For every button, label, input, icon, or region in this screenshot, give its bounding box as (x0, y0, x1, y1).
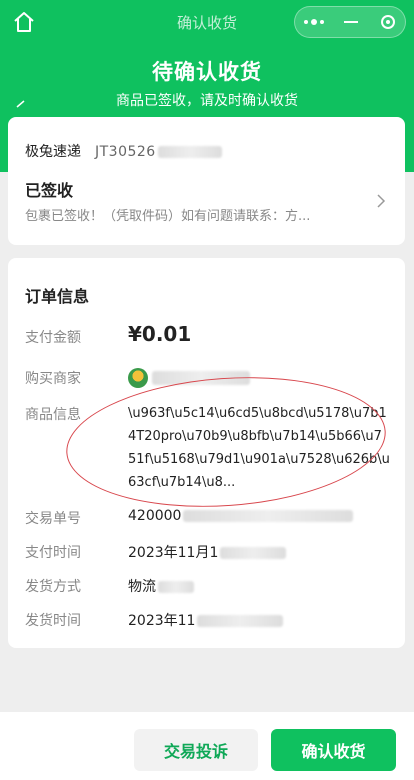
amount-label: 支付金额 (25, 330, 81, 346)
redacted-ship-method (158, 581, 194, 593)
mini-program-navbar: 确认收货 (0, 0, 414, 44)
action-bar: 交易投诉 确认收货 (0, 712, 414, 780)
pay-time-label: 支付时间 (25, 545, 81, 561)
confirm-receipt-button[interactable]: 确认收货 (271, 729, 396, 771)
logistics-card[interactable]: 极兔速递 JT30526 已签收 包裹已签收！（凭取件码）如有问题请联系：方... (8, 117, 405, 245)
minimize-button[interactable] (332, 7, 369, 37)
ship-time-value: 2023年11 (128, 610, 284, 630)
logistics-status: 已签收 (25, 181, 74, 200)
ship-method-label: 发货方式 (25, 579, 81, 595)
redacted-merchant-name (152, 371, 250, 385)
pay-time-value: 2023年11月1 (128, 542, 287, 562)
goods-label: 商品信息 (25, 407, 81, 423)
redacted-ship-time (197, 615, 284, 627)
trade-number-value: 420000 (128, 508, 354, 524)
ship-time-label: 发货时间 (25, 613, 81, 629)
tracking-number: JT30526 (95, 144, 156, 160)
amount-value: ¥0.01 (128, 322, 192, 346)
capsule-menu (294, 6, 406, 38)
hero-title: 待确认收货 (152, 60, 262, 84)
minimize-icon (343, 21, 358, 23)
section-title: 订单信息 (25, 287, 90, 306)
complain-button[interactable]: 交易投诉 (134, 729, 258, 771)
close-target-icon (380, 15, 395, 29)
merchant-label: 购买商家 (25, 371, 81, 387)
logistics-description: 包裹已签收！（凭取件码）如有问题请联系：方... (25, 209, 311, 224)
ship-method-value: 物流 (128, 576, 194, 596)
goods-value: \u963f\u5c14\u6cd5\u8bcd\u5178\u7b14T20p… (128, 406, 390, 490)
chevron-right-icon (377, 194, 386, 208)
courier-name: 极兔速递 (25, 144, 81, 160)
order-info-card: 订单信息 支付金额 ¥0.01 购买商家 商品信息 \u963f\u5c14\u… (8, 258, 405, 648)
more-dots-icon[interactable] (295, 7, 332, 37)
close-button[interactable] (369, 7, 406, 37)
redacted-tracking (157, 146, 222, 158)
redacted-pay-time (220, 547, 287, 559)
back-arrow-icon[interactable] (14, 100, 28, 114)
merchant-avatar (128, 368, 148, 388)
trade-number-label: 交易单号 (25, 511, 81, 527)
courier-line: 极兔速递 JT30526 (25, 141, 222, 161)
merchant-value[interactable] (128, 368, 250, 388)
hero-subtitle: 商品已签收，请及时确认收货 (116, 93, 298, 109)
redacted-trade-number (183, 510, 354, 522)
